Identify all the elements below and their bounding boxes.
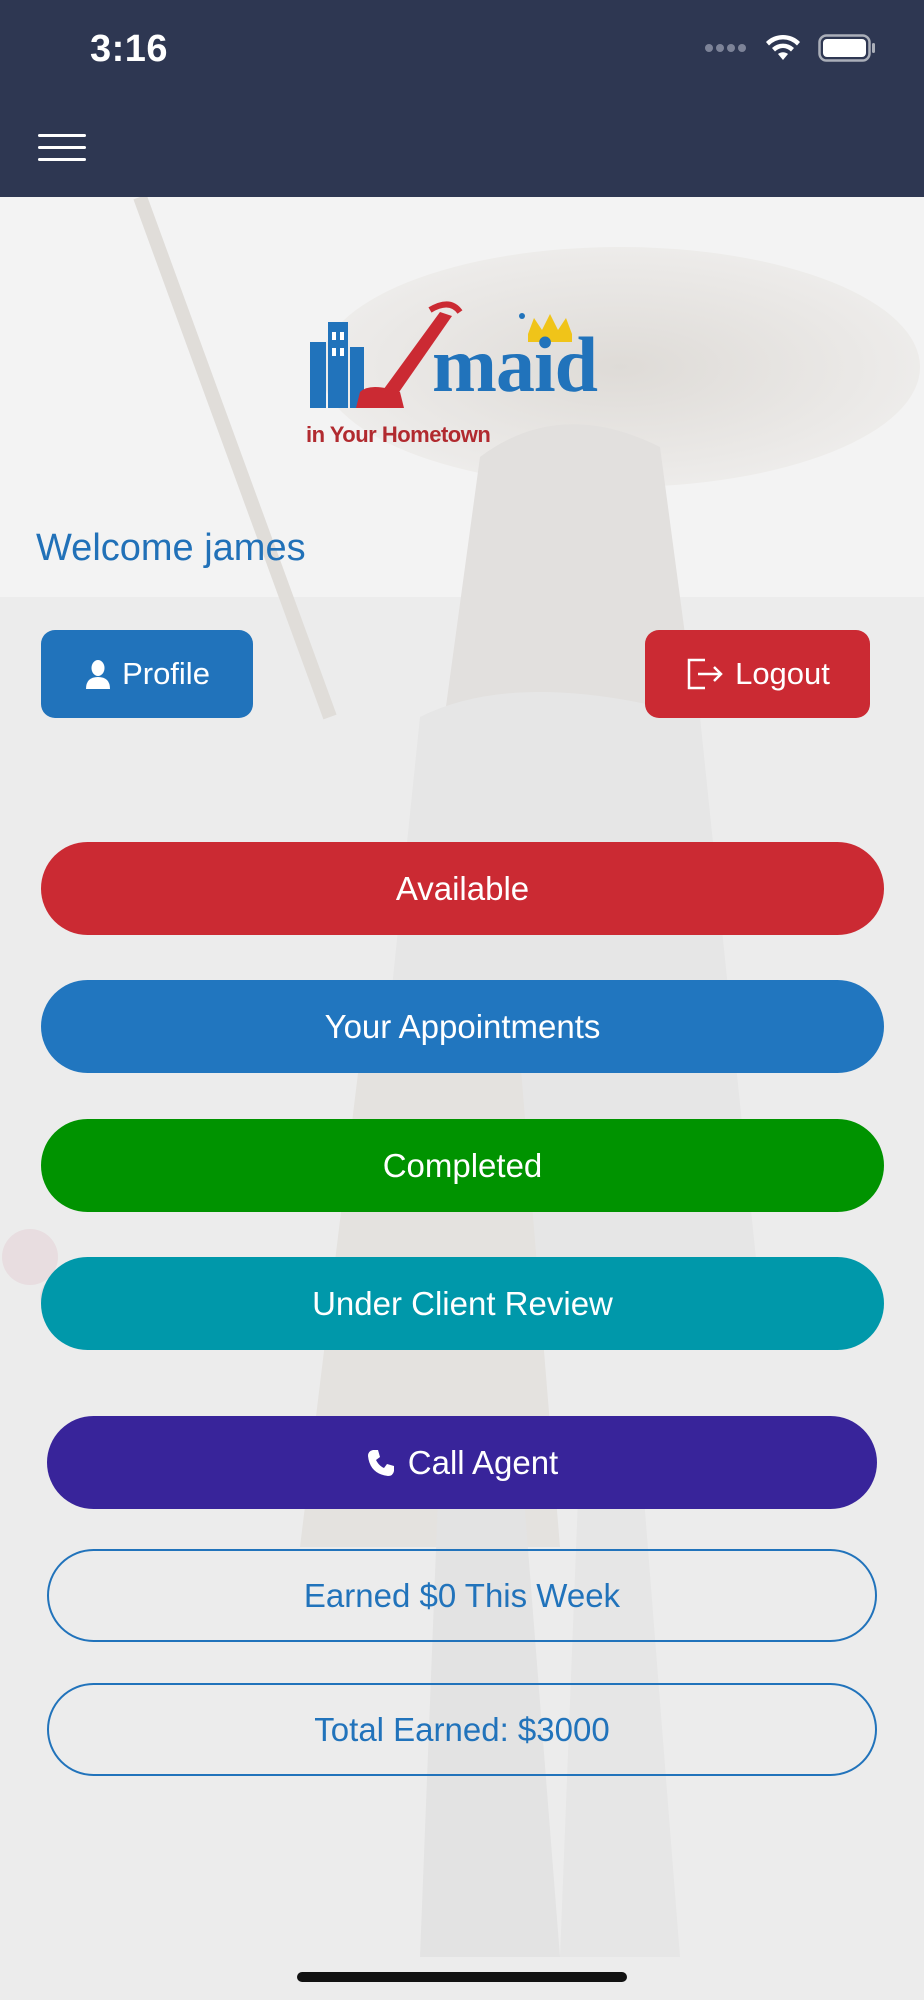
under-review-label: Under Client Review [312, 1284, 613, 1322]
under-client-review-button[interactable]: Under Client Review [41, 1257, 884, 1350]
wifi-icon [766, 34, 800, 60]
phone-icon [366, 1448, 396, 1478]
battery-icon [818, 34, 875, 62]
status-icons [704, 34, 876, 62]
profile-button[interactable]: Profile [41, 630, 253, 718]
earned-week-label: Earned $0 This Week [303, 1576, 621, 1614]
available-label: Available [395, 869, 530, 907]
earned-this-week-button[interactable]: Earned $0 This Week [47, 1549, 877, 1642]
hamburger-menu-icon[interactable] [38, 132, 88, 166]
logout-icon [685, 657, 725, 691]
main-content: maid in Your Hometown Welcome james Prof… [0, 197, 924, 2000]
home-indicator[interactable] [297, 1972, 627, 1982]
completed-label: Completed [382, 1146, 543, 1184]
available-button[interactable]: Available [41, 842, 884, 935]
logo-wordmark: maid [432, 321, 598, 408]
signal-icon [705, 44, 746, 52]
status-time: 3:16 [90, 28, 169, 70]
logout-button[interactable]: Logout [645, 630, 870, 718]
total-earned-label: Total Earned: $3000 [314, 1710, 610, 1748]
status-bar: 3:16 [0, 0, 924, 100]
logo-tagline: in Your Hometown [306, 422, 491, 447]
welcome-text: Welcome james [36, 527, 306, 569]
your-appointments-button[interactable]: Your Appointments [41, 980, 884, 1073]
user-icon [84, 659, 112, 689]
profile-button-label: Profile [122, 656, 210, 691]
total-earned-button[interactable]: Total Earned: $3000 [47, 1683, 877, 1776]
call-agent-button[interactable]: Call Agent [47, 1416, 877, 1509]
appointments-label: Your Appointments [324, 1007, 601, 1045]
logout-button-label: Logout [735, 656, 830, 691]
completed-button[interactable]: Completed [41, 1119, 884, 1212]
app-logo: maid in Your Hometown [300, 292, 630, 452]
call-agent-label: Call Agent [407, 1443, 559, 1481]
nav-bar [0, 100, 924, 197]
